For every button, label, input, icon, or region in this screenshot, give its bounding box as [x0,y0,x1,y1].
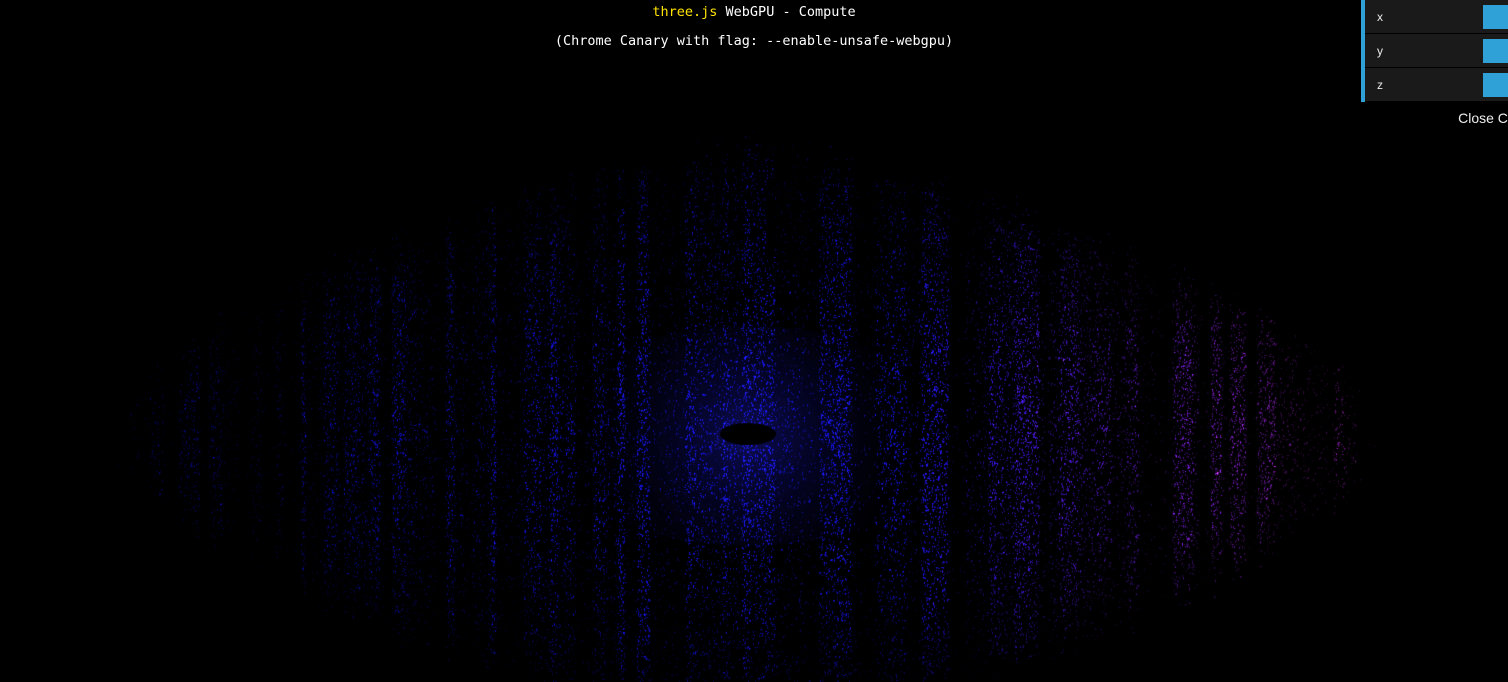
gui-label-x: x [1377,9,1383,24]
slider-fill-x [1483,4,1508,29]
webgpu-particle-canvas[interactable] [0,0,1508,682]
slider-fill-y [1483,38,1508,63]
gui-row-x[interactable]: x [1365,0,1508,34]
gui-slider-y[interactable] [1483,34,1508,68]
slider-track-x[interactable] [1483,4,1508,29]
gui-slider-x[interactable] [1483,0,1508,34]
gui-label-z: z [1377,77,1383,92]
slider-fill-z [1483,72,1508,97]
gui-slider-z[interactable] [1483,68,1508,102]
gui-label-y: y [1377,43,1383,58]
slider-track-y[interactable] [1483,38,1508,63]
gui-row-y[interactable]: y [1365,34,1508,68]
app-root: three.js WebGPU - Compute (Chrome Canary… [0,0,1508,682]
gui-controls-list: x y z [1361,0,1508,102]
gui-close-controls-button[interactable]: Close C [1361,102,1508,132]
slider-track-z[interactable] [1483,72,1508,97]
gui-row-z[interactable]: z [1365,68,1508,102]
lil-gui-panel[interactable]: x y z Close C [1361,0,1508,132]
